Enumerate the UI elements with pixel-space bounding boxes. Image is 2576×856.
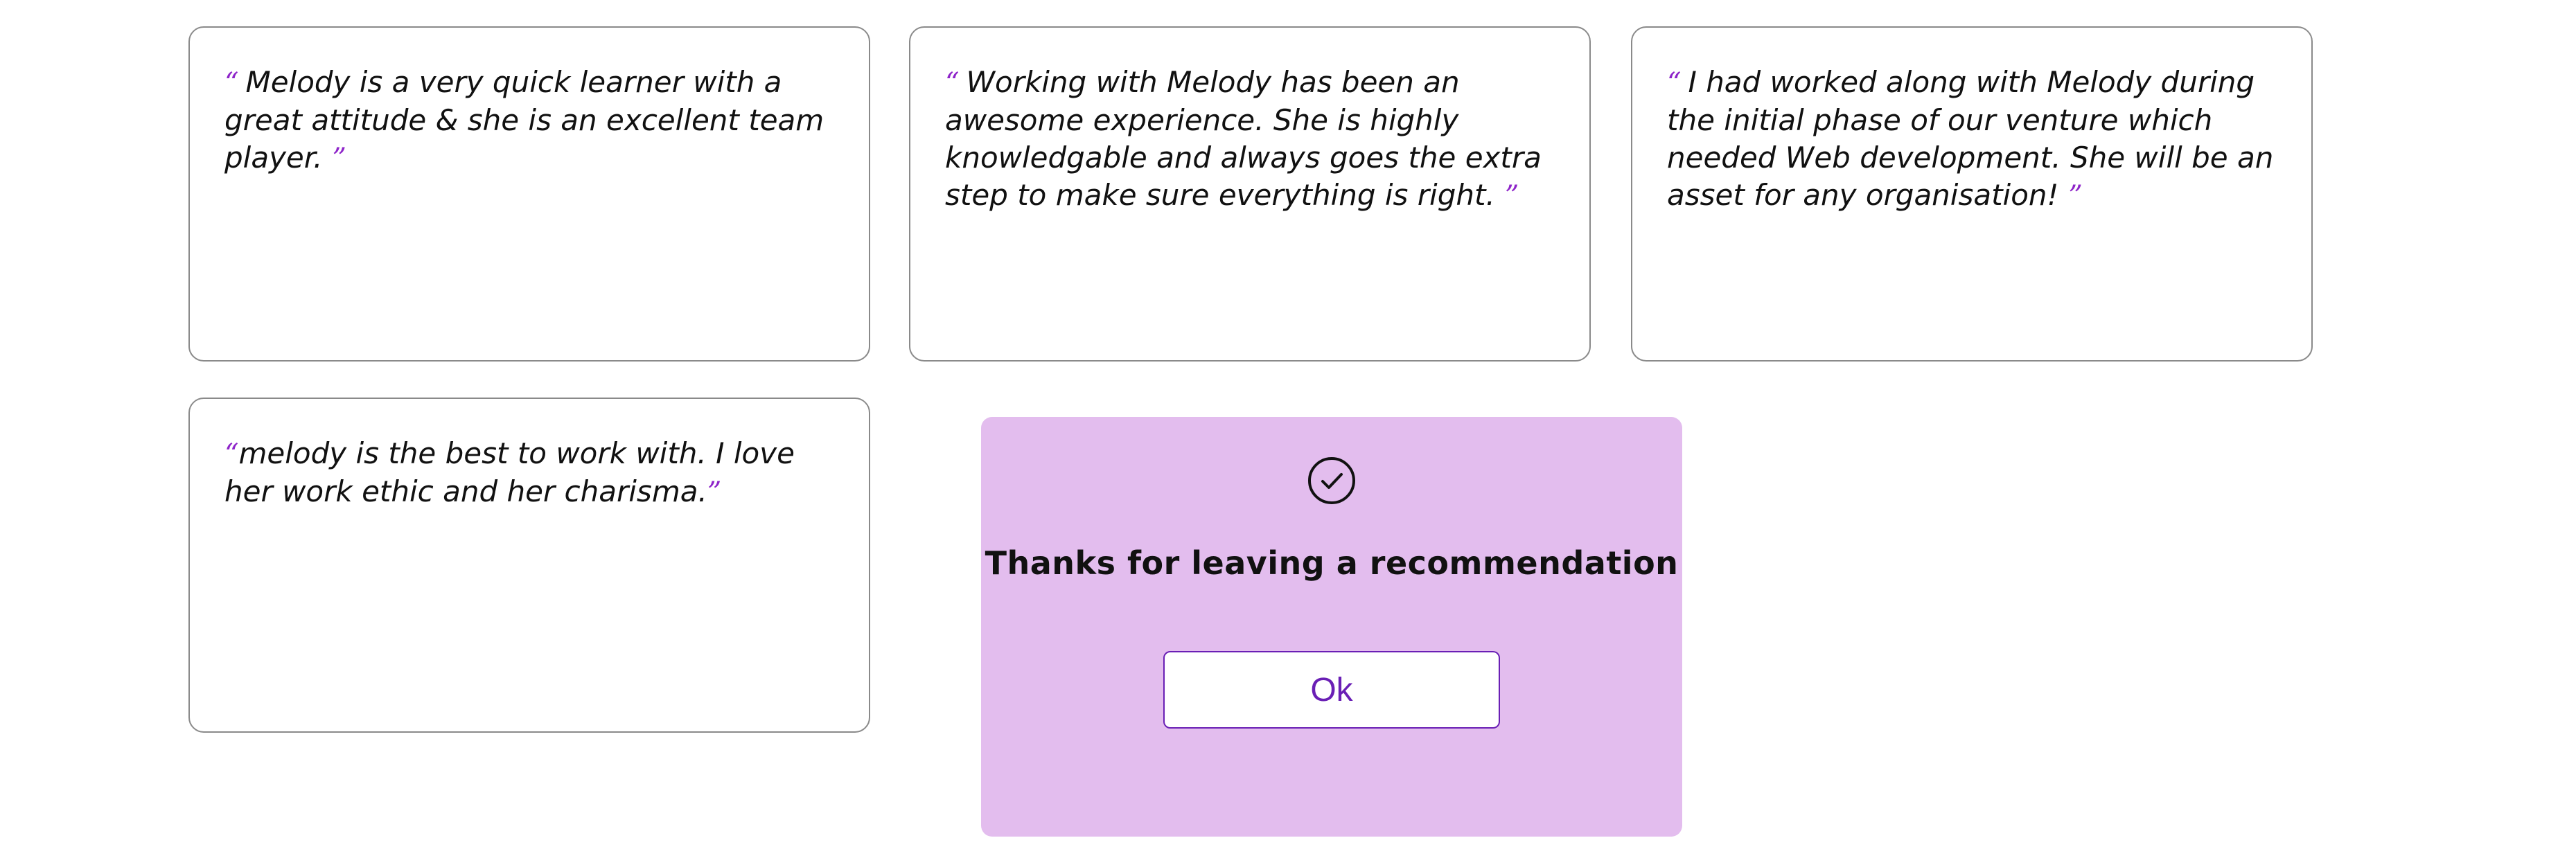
testimonial-body: Working with Melody has been an awesome … xyxy=(945,65,1542,212)
close-quote-mark: ” xyxy=(707,476,722,508)
recommendation-success-dialog: Thanks for leaving a recommendation Ok xyxy=(981,417,1682,837)
check-circle-icon xyxy=(1308,457,1355,504)
testimonial-body: Melody is a very quick learner with a gr… xyxy=(224,65,824,175)
testimonial-card: “Working with Melody has been an awesome… xyxy=(909,26,1591,362)
recommendations-page: “Melody is a very quick learner with a g… xyxy=(0,0,2576,856)
testimonial-text: “I had worked along with Melody during t… xyxy=(1667,64,2278,215)
open-quote-mark: “ xyxy=(1667,67,1682,99)
close-quote-mark: ” xyxy=(332,143,346,175)
dialog-title: Thanks for leaving a recommendation xyxy=(985,544,1679,582)
open-quote-mark: “ xyxy=(224,438,239,470)
testimonial-card: “Melody is a very quick learner with a g… xyxy=(188,26,870,362)
testimonial-card: “I had worked along with Melody during t… xyxy=(1631,26,2313,362)
testimonial-body: I had worked along with Melody during th… xyxy=(1667,65,2274,212)
testimonial-text: “melody is the best to work with. I love… xyxy=(224,435,836,511)
open-quote-mark: “ xyxy=(224,67,239,99)
testimonial-text: “Melody is a very quick learner with a g… xyxy=(224,64,836,177)
open-quote-mark: “ xyxy=(945,67,960,99)
testimonial-card: “melody is the best to work with. I love… xyxy=(188,398,870,733)
close-quote-mark: ” xyxy=(1504,180,1519,212)
ok-button[interactable]: Ok xyxy=(1163,651,1500,729)
testimonial-text: “Working with Melody has been an awesome… xyxy=(945,64,1556,215)
close-quote-mark: ” xyxy=(2068,180,2083,212)
